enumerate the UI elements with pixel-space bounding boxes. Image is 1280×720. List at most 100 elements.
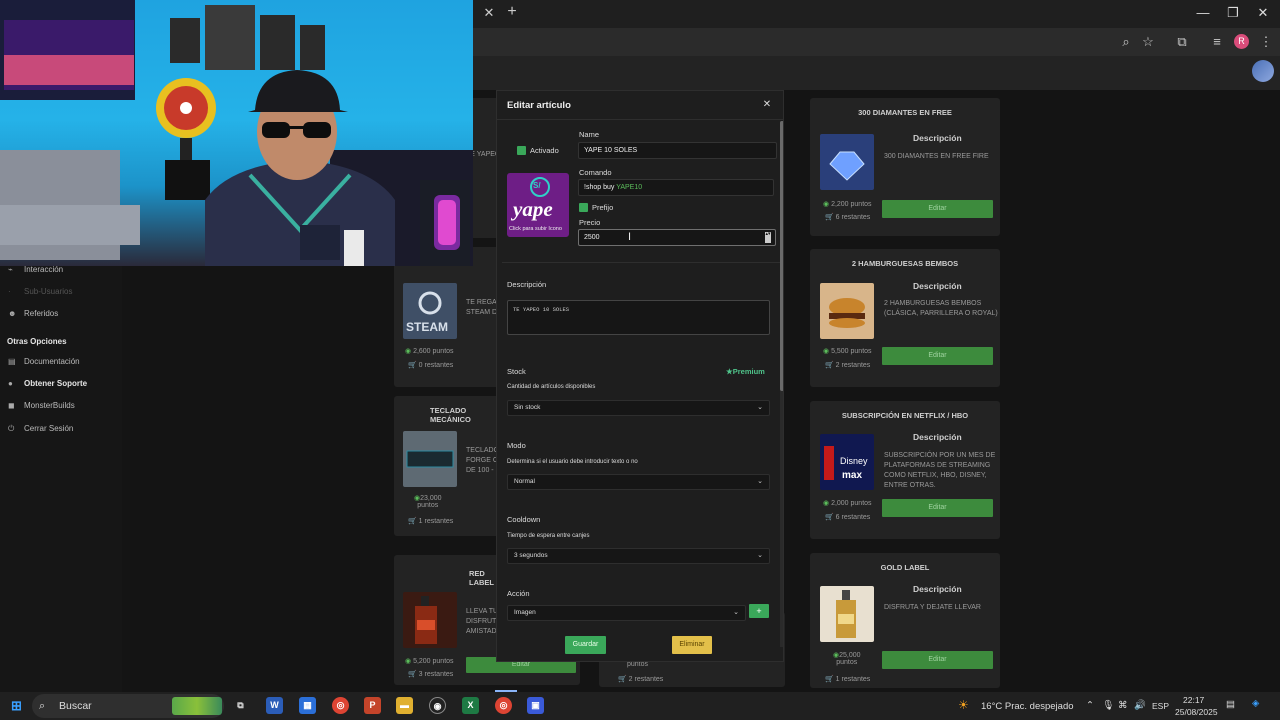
card-points: ◉ 2,000 puntos [823,499,872,507]
chevron-down-icon: ⌄ [757,404,763,411]
cart-icon: 🛒 [408,518,417,525]
modal-scrollbar-thumb[interactable] [780,121,783,391]
obs-icon[interactable]: ◉ [429,697,446,714]
edit-button[interactable]: Editar [882,651,993,669]
weather-icon: ☀ [958,698,969,712]
coin-icon: ◉ [405,348,412,355]
item-icon-upload[interactable]: S/ yape Click para subir Icono [507,173,569,237]
active-checkbox[interactable] [517,146,526,155]
new-tab-icon[interactable]: + [504,4,520,20]
sidebar-item-referidos[interactable]: ☻ Referidos [8,307,58,321]
sidebar-item-documentacion[interactable]: ▤ Documentación [8,355,80,369]
user-avatar[interactable] [1252,60,1274,82]
cart-icon: 🛒 [825,514,834,521]
command-input[interactable]: !shop buy YAPE10 [578,179,774,196]
points-value: 23,000 puntos [417,495,442,509]
search-highlight-image [172,697,222,715]
diamonds-image [820,134,874,190]
price-input[interactable]: 2500 ▴▾ [578,229,776,246]
zoom-icon[interactable]: ⌕ [1117,33,1135,51]
bookmark-star-icon[interactable]: ☆ [1139,33,1157,51]
price-label: Precio [579,218,601,227]
chevron-down-icon: ⌄ [733,609,739,616]
copilot-icon[interactable]: ◈ [1252,698,1259,709]
sidebar-item-cerrar-sesion[interactable]: ⏻ Cerrar Sesión [8,422,73,436]
cooldown-select[interactable]: 3 segundos ⌄ [507,548,770,564]
sidebar-item-soporte[interactable]: ● Obtener Soporte [8,377,87,391]
logo-text: yape [513,197,553,221]
card-description-heading: Descripción [913,133,962,143]
stock-label: Stock [507,367,526,376]
close-tab-icon[interactable]: ✕ [481,5,497,21]
windows-start-icon[interactable]: ⊞ [8,697,25,714]
task-view-icon[interactable]: ⧉ [232,697,249,714]
edit-item-modal: Editar artículo ✕ Activado Name YAPE 10 … [496,90,784,662]
word-icon[interactable]: W [266,697,283,714]
media-control-icon[interactable]: ≡ [1208,33,1226,51]
action-select[interactable]: Imagen ⌄ [507,605,746,621]
support-icon: ● [8,379,13,388]
cooldown-label: Cooldown [507,515,541,524]
add-action-button[interactable]: + [749,604,769,618]
description-textarea[interactable]: TE YAPEO 10 SOLES [507,300,770,335]
svg-text:STEAM: STEAM [406,320,448,334]
save-button[interactable]: Guardar [565,636,606,654]
excel-icon[interactable]: X [462,697,479,714]
points-value: puntos [627,661,649,668]
app-icon[interactable]: ▣ [527,697,544,714]
restore-icon[interactable]: ❐ [1222,4,1244,22]
delete-button[interactable]: Eliminar [672,636,712,654]
stock-value: 2 restantes [628,676,664,683]
powerpoint-icon[interactable]: P [364,697,381,714]
mode-select[interactable]: Normal ⌄ [507,474,770,490]
webcam-overlay [0,0,473,266]
cart-icon: 🛒 [408,362,417,369]
stock-value: 0 restantes [418,362,454,369]
volume-icon[interactable]: 🔊 [1134,700,1146,711]
sidebar-item-sub-usuarios[interactable]: · Sub-Usuarios [8,285,72,299]
mic-icon[interactable]: 🎙 [1102,700,1114,711]
card-stock: 🛒 1 restantes [825,675,870,683]
sidebar-item-monsterbuilds[interactable]: ◼ MonsterBuilds [8,399,75,413]
tray-chevron-icon[interactable]: ⌃ [1086,700,1094,711]
chrome-active-icon[interactable]: ◎ [495,697,512,714]
weather-text[interactable]: 16°C Prac. despejado [981,701,1074,712]
points-value: 2,200 puntos [831,201,872,208]
network-icon[interactable]: ⌘ [1118,700,1128,711]
card-title: 300 DIAMANTES EN FREE [858,108,952,117]
prefix-checkbox[interactable] [579,203,588,212]
card-description: LLEVA TU DISFRUT AMISTAD [466,608,499,635]
card-points: ◉ 2,200 puntos [823,200,872,208]
command-value: YAPE10 [616,184,643,191]
edit-button[interactable]: Editar [882,200,993,218]
name-input[interactable]: YAPE 10 SOLES [578,142,777,159]
card-stock: 🛒 6 restantes [825,213,870,221]
clock-date[interactable]: 25/08/2025 [1175,707,1218,717]
number-spinner[interactable]: ▴▾ [765,232,771,243]
edit-button[interactable]: Editar [882,499,993,517]
folder-icon[interactable]: ▬ [396,697,413,714]
language-indicator[interactable]: ESP [1152,701,1169,711]
points-value: 2,600 puntos [413,348,454,355]
edit-button[interactable]: Editar [882,347,993,365]
profile-avatar[interactable]: R [1234,34,1249,49]
gold-label-image [820,586,874,642]
chevron-down-icon: ⌄ [757,478,763,485]
store-icon[interactable]: ▦ [299,697,316,714]
extensions-icon[interactable]: ⧉ [1173,33,1191,51]
chrome-icon[interactable]: ◎ [332,697,349,714]
users-icon: · [8,287,11,296]
divider [502,262,780,263]
clock-time[interactable]: 22:17 [1183,695,1204,705]
select-value: 3 segundos [514,552,548,559]
select-value: Imagen [514,609,536,616]
minimize-icon[interactable]: — [1192,4,1214,22]
menu-dots-icon[interactable]: ⋮ [1257,33,1275,51]
search-placeholder: Buscar [59,700,92,712]
card-points: puntos [627,661,648,668]
mode-label: Modo [507,441,526,450]
close-icon[interactable]: ✕ [761,99,773,111]
close-window-icon[interactable]: ✕ [1252,4,1274,22]
notifications-icon[interactable]: ▤ [1226,699,1235,710]
stock-select[interactable]: Sin stock ⌄ [507,400,770,416]
